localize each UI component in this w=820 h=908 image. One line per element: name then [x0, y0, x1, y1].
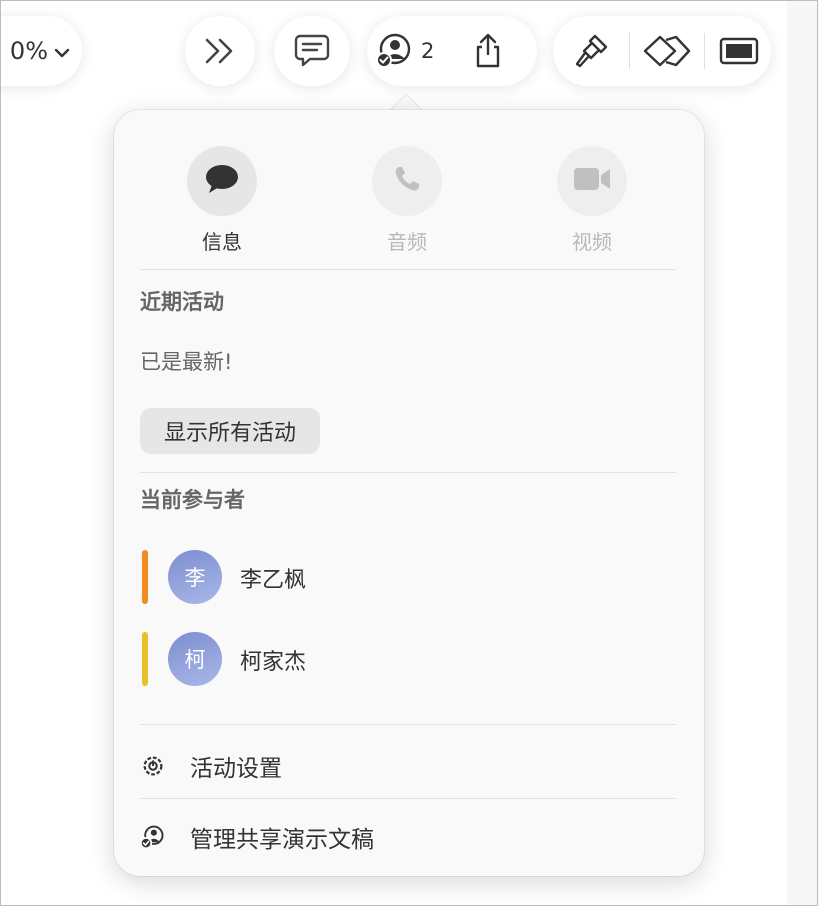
- share-button[interactable]: [472, 33, 504, 69]
- manage-collaboration-icon: [140, 824, 166, 850]
- participant-color-bar: [142, 550, 148, 604]
- toolbar-divider: [704, 33, 705, 69]
- skip-button[interactable]: [185, 16, 255, 86]
- avatar: 柯: [168, 632, 222, 686]
- document-panel-icon: [719, 36, 759, 66]
- collaborators-icon: [375, 33, 413, 69]
- collaboration-button[interactable]: 2: [375, 33, 434, 69]
- divider: [140, 724, 676, 725]
- format-button[interactable]: [573, 33, 611, 69]
- current-participants-title: 当前参与者: [140, 488, 245, 512]
- collaboration-popover: 信息 音频 视频 近期活动 已是最新! 显示所有活动 当前参与者 李 李乙枫 柯…: [114, 110, 704, 876]
- divider: [140, 472, 676, 473]
- message-bubble-icon: [205, 164, 239, 198]
- participant-row[interactable]: 李 李乙枫: [140, 548, 540, 606]
- toolbar-divider: [629, 33, 630, 69]
- double-chevron-right-icon: [203, 37, 237, 65]
- share-icon: [472, 33, 504, 69]
- animate-button[interactable]: [642, 33, 692, 69]
- message-circle: [187, 146, 257, 216]
- paintbrush-icon: [573, 33, 611, 69]
- zoom-value: 0%: [9, 37, 48, 65]
- divider: [140, 269, 676, 270]
- animate-diamonds-icon: [642, 33, 692, 69]
- tools-pill: [553, 16, 771, 86]
- window-edge: [787, 1, 819, 905]
- avatar: 李: [168, 550, 222, 604]
- participant-name: 柯家杰: [240, 650, 307, 675]
- show-all-activity-button[interactable]: 显示所有活动: [140, 408, 321, 454]
- activity-settings-label: 活动设置: [190, 756, 282, 782]
- activity-settings-icon: [140, 753, 166, 779]
- manage-collaboration-label: 管理共享演示文稿: [190, 827, 374, 853]
- video-camera-icon: [573, 166, 611, 196]
- manage-collaboration-item[interactable]: 管理共享演示文稿: [140, 817, 676, 857]
- popover-caret: [388, 93, 424, 112]
- zoom-control[interactable]: 0%: [0, 16, 82, 86]
- recent-activity-title: 近期活动: [140, 290, 224, 314]
- participant-row[interactable]: 柯 柯家杰: [140, 630, 540, 688]
- phone-icon: [393, 165, 421, 197]
- message-label: 信息: [202, 230, 242, 254]
- video-circle: [557, 146, 627, 216]
- collaboration-pill: 2: [367, 16, 537, 86]
- participant-color-bar: [142, 632, 148, 686]
- document-button[interactable]: [719, 36, 759, 66]
- video-label: 视频: [572, 230, 612, 254]
- audio-button[interactable]: 音频: [347, 146, 467, 255]
- divider: [140, 798, 676, 799]
- participant-name: 李乙枫: [240, 568, 307, 593]
- activity-settings-item[interactable]: 活动设置: [140, 746, 676, 786]
- chevron-down-icon: [54, 37, 70, 65]
- video-button[interactable]: 视频: [532, 146, 652, 255]
- message-button[interactable]: 信息: [162, 146, 282, 255]
- audio-circle: [372, 146, 442, 216]
- comment-button[interactable]: [274, 16, 350, 86]
- comment-icon: [293, 33, 331, 69]
- audio-label: 音频: [387, 230, 427, 254]
- collaborators-count: 2: [421, 39, 435, 63]
- activity-status-text: 已是最新!: [140, 350, 233, 374]
